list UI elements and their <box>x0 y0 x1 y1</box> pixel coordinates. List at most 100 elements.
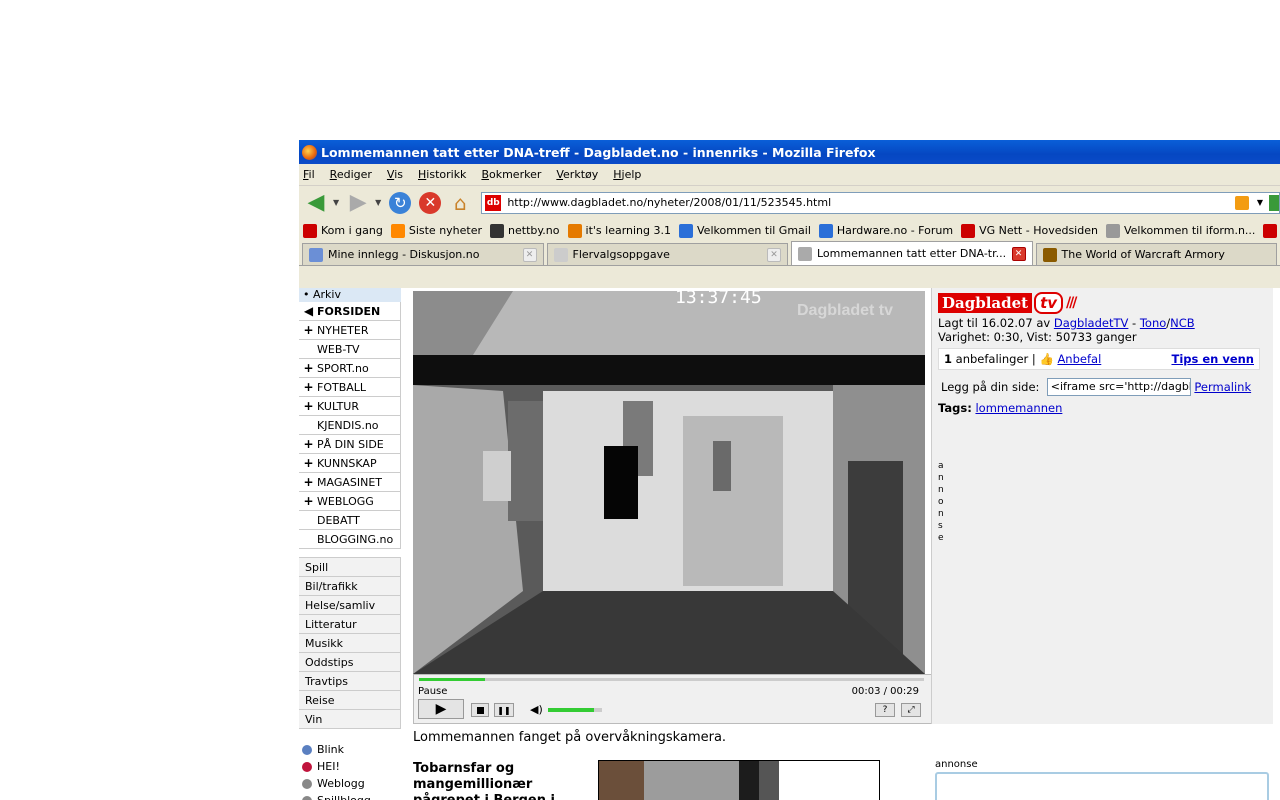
blog-link[interactable]: Weblogg <box>299 775 401 792</box>
menu-verktoy[interactable]: Verktøy <box>556 168 598 181</box>
browser-tab[interactable]: Lommemannen tatt etter DNA-tr... ✕ <box>791 241 1033 265</box>
bookmark-item[interactable]: Velkommen til Gmail <box>679 223 811 238</box>
bookmark-item[interactable]: Hardware.no - Forum <box>818 223 953 238</box>
tip-friend-link[interactable]: Tips en venn <box>1171 352 1254 366</box>
ncb-link[interactable]: NCB <box>1170 316 1195 330</box>
nav-item[interactable]: + PÅ DIN SIDE <box>299 435 401 454</box>
sub-nav-item[interactable]: Oddstips <box>299 653 401 672</box>
bookmark-label: nettby.no <box>508 224 560 237</box>
rss-feed-icon[interactable] <box>1234 195 1249 210</box>
tab-close-icon[interactable]: ✕ <box>1011 246 1026 261</box>
nav-item[interactable]: DEBATT <box>299 511 401 530</box>
expand-icon: + <box>303 456 314 470</box>
menu-historikk[interactable]: Historikk <box>418 168 466 181</box>
stop-icon: ✕ <box>419 191 442 214</box>
bookmark-label: Velkommen til iform.n... <box>1123 224 1256 237</box>
menu-vis[interactable]: Vis <box>387 168 403 181</box>
bookmark-item[interactable]: Siste nyheter <box>390 223 482 238</box>
tab-close-icon[interactable]: ✕ <box>522 247 537 262</box>
nav-arkiv[interactable]: • Arkiv <box>299 288 401 302</box>
arrow-left-icon: ◀ <box>303 304 314 318</box>
rss-icon <box>390 223 405 238</box>
video-frame[interactable]: 13:37:45 Dagbladet tv <box>413 291 925 674</box>
menu-rediger[interactable]: Rediger <box>330 168 372 181</box>
bookmark-item[interactable]: it's learning 3.1 <box>567 223 672 238</box>
blog-link[interactable]: HEI! <box>299 758 401 775</box>
bookmark-label: it's learning 3.1 <box>585 224 672 237</box>
pause-button[interactable]: ❚❚ <box>494 703 514 717</box>
nav-item[interactable]: + WEBLOGG <box>299 492 401 511</box>
stop-video-button[interactable] <box>471 703 489 717</box>
browser-tab[interactable]: Flervalgsoppgave ✕ <box>546 243 788 265</box>
author-link[interactable]: DagbladetTV <box>1054 316 1129 330</box>
sub-nav-item[interactable]: Travtips <box>299 672 401 691</box>
play-button[interactable]: ▶ <box>418 699 464 719</box>
help-button[interactable]: ? <box>875 703 895 717</box>
bookmark-item[interactable]: VG Nett - Hovedsiden <box>961 223 1098 238</box>
browser-tab[interactable]: The World of Warcraft Armory <box>1035 243 1277 265</box>
nav-item[interactable]: ◀ FORSIDEN <box>299 302 401 321</box>
blog-link[interactable]: Blink <box>299 741 401 758</box>
menu-hjelp[interactable]: Hjelp <box>613 168 641 181</box>
sub-nav-item[interactable]: Litteratur <box>299 615 401 634</box>
sub-nav-item[interactable]: Vin <box>299 710 401 729</box>
recommend-box: 1 anbefalinger | 👍 Anbefal Tips en venn <box>938 348 1260 370</box>
bookmark-item[interactable]: forsiden - seher.no <box>1263 223 1280 238</box>
go-button[interactable] <box>1269 194 1279 211</box>
nav-item[interactable]: + KULTUR <box>299 397 401 416</box>
bookmark-item[interactable]: Velkommen til iform.n... <box>1105 223 1256 238</box>
nav-item[interactable]: + NYHETER <box>299 321 401 340</box>
news-image[interactable] <box>598 760 880 800</box>
url-dropdown-icon[interactable]: ▼ <box>1257 198 1263 207</box>
back-button[interactable]: ◀ <box>303 190 329 216</box>
nav-item[interactable]: KJENDIS.no <box>299 416 401 435</box>
nav-item[interactable]: + MAGASINET <box>299 473 401 492</box>
bookmark-item[interactable]: Kom i gang <box>303 223 383 238</box>
nav-item[interactable]: + FOTBALL <box>299 378 401 397</box>
volume-icon[interactable]: ◀) <box>530 703 543 716</box>
reload-button[interactable]: ↻ <box>387 190 413 216</box>
volume-slider[interactable] <box>548 708 602 712</box>
nav-item[interactable]: BLOGGING.no <box>299 530 401 549</box>
tab-close-icon[interactable]: ✕ <box>767 247 781 262</box>
recommend-link[interactable]: Anbefal <box>1057 352 1101 366</box>
bookmark-item[interactable]: nettby.no <box>490 223 560 238</box>
home-button[interactable]: ⌂ <box>447 190 473 216</box>
fullscreen-button[interactable]: ⤢ <box>901 703 921 717</box>
sub-nav-item[interactable]: Reise <box>299 691 401 710</box>
blog-label: Spillblogg <box>317 794 371 800</box>
tono-link[interactable]: Tono <box>1140 316 1166 330</box>
blog-link[interactable]: Spillblogg <box>299 792 401 800</box>
stop-button[interactable]: ✕ <box>417 190 443 216</box>
browser-tab[interactable]: Mine innlegg - Diskusjon.no ✕ <box>302 243 544 265</box>
bookmarks-toolbar: Kom i gang Siste nyheter nettby.no it's lea… <box>299 219 1280 242</box>
nav-item-label: PÅ DIN SIDE <box>317 437 384 451</box>
blog-label: Weblogg <box>317 777 365 790</box>
permalink-link[interactable]: Permalink <box>1194 380 1251 394</box>
progress-fill <box>419 678 485 681</box>
progress-track[interactable] <box>419 678 924 681</box>
nav-item[interactable]: WEB-TV <box>299 340 401 359</box>
forward-arrow-icon: ▶ <box>349 190 367 215</box>
sub-nav-item[interactable]: Spill <box>299 558 401 577</box>
news-headline[interactable]: Tobarnsfar og mangemillionær pågrepet i … <box>413 761 573 800</box>
sub-nav-item[interactable]: Musikk <box>299 634 401 653</box>
forward-button[interactable]: ▶ <box>345 190 371 216</box>
menu-bokmerker[interactable]: Bokmerker <box>481 168 541 181</box>
nav-item[interactable]: + KUNNSKAP <box>299 454 401 473</box>
address-bar[interactable]: db http://www.dagbladet.no/nyheter/2008/… <box>481 191 1280 214</box>
nav-item[interactable]: + SPORT.no <box>299 359 401 378</box>
back-history-dropdown[interactable]: ▼ <box>333 198 339 207</box>
forward-history-dropdown[interactable]: ▼ <box>375 198 381 207</box>
blog-icon <box>302 795 312 800</box>
ad-frame[interactable] <box>935 772 1269 800</box>
ad-letter: n <box>938 485 944 495</box>
menu-fil[interactable]: Fil <box>303 168 315 181</box>
sub-nav-item[interactable]: Bil/trafikk <box>299 577 401 596</box>
sub-nav-item[interactable]: Helse/samliv <box>299 596 401 615</box>
nav-item-label: KULTUR <box>317 399 359 413</box>
embed-code-input[interactable]: <iframe src='http://dagbl <box>1046 378 1191 396</box>
ladybug-icon <box>303 223 317 238</box>
tag-link[interactable]: lommemannen <box>975 401 1062 415</box>
nav-item-label: FORSIDEN <box>317 304 381 318</box>
